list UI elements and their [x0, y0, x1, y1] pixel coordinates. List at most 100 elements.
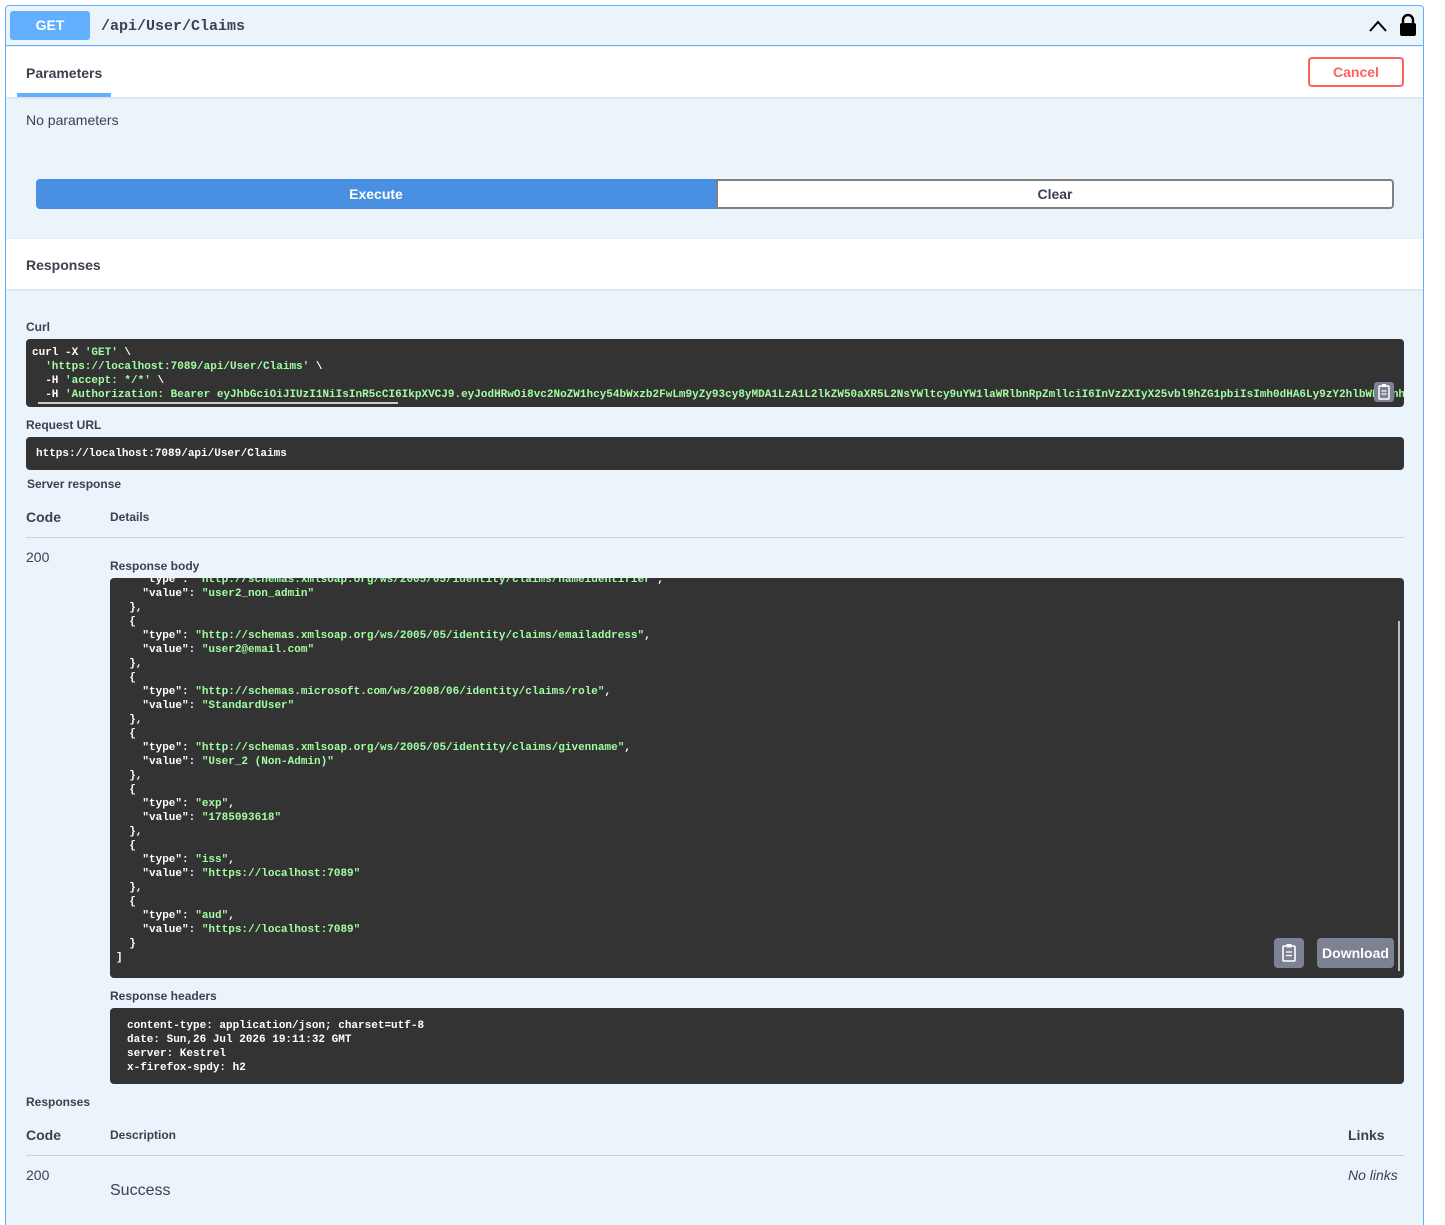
json-key: "type"	[142, 742, 183, 754]
json-colon: :	[188, 756, 202, 768]
response-header-line: date: Sun,26 Jul 2026 19:11:32 GMT	[127, 1034, 352, 1046]
json-colon: :	[188, 924, 202, 936]
request-url-value[interactable]: https://localhost:7089/api/User/Claims	[26, 437, 1404, 470]
json-string: "http://schemas.microsoft.com/ws/2008/06…	[195, 686, 605, 698]
doc-response-description: Success	[110, 1182, 171, 1199]
details-column-header: Details	[110, 510, 150, 524]
curl-token: \	[309, 361, 323, 373]
curl-token: curl -X	[32, 347, 85, 359]
clear-button[interactable]: Clear	[716, 179, 1394, 209]
server-response-label: Server response	[27, 477, 122, 491]
json-line: },	[116, 713, 664, 727]
json-punct: {	[129, 728, 136, 740]
json-colon: :	[188, 812, 202, 824]
json-line: {	[116, 895, 664, 909]
json-line: },	[116, 769, 664, 783]
json-line: "value": "https://localhost:7089"	[116, 923, 664, 937]
lock-icon[interactable]	[1399, 13, 1417, 37]
json-string: "https://localhost:7089"	[201, 868, 361, 880]
json-colon: :	[188, 700, 202, 712]
json-colon: :	[188, 588, 202, 600]
curl-string: 'https://localhost:7089/api/User/Claims'	[45, 361, 310, 373]
curl-scrollbar[interactable]	[38, 402, 398, 404]
responses-header: Responses	[6, 239, 1423, 289]
json-line: "value": "1785093618"	[116, 811, 664, 825]
json-punct: {	[129, 896, 136, 908]
json-line: "value": "StandardUser"	[116, 699, 664, 713]
json-key: "value"	[142, 700, 189, 712]
json-key: "value"	[142, 588, 189, 600]
documented-responses-title: Responses	[26, 1095, 91, 1109]
copy-curl-icon[interactable]	[1374, 382, 1394, 402]
json-line: "type": "aud",	[116, 909, 664, 923]
curl-label: Curl	[26, 320, 50, 334]
json-punct: {	[129, 784, 136, 796]
curl-token: \	[150, 375, 165, 387]
json-colon: :	[182, 798, 196, 810]
json-line: }	[116, 937, 664, 951]
json-line: },	[116, 601, 664, 615]
json-line: ]	[116, 951, 664, 965]
response-body-scrollbar[interactable]	[1398, 621, 1400, 971]
json-line: },	[116, 825, 664, 839]
json-punct: },	[129, 882, 143, 894]
curl-line: 'https://localhost:7089/api/User/Claims'…	[32, 360, 1398, 374]
response-headers-block[interactable]: content-type: application/json; charset=…	[110, 1008, 1404, 1084]
parameters-header: Parameters Cancel	[6, 47, 1423, 97]
json-punct: ,	[228, 910, 235, 922]
clipboard-icon	[1282, 944, 1296, 962]
json-line: "value": "user2_non_admin"	[116, 587, 664, 601]
json-key: "value"	[142, 924, 189, 936]
curl-string: 'accept: */*'	[65, 375, 151, 387]
doc-code-column-header: Code	[26, 1127, 61, 1143]
operation-summary[interactable]: GET /api/User/Claims	[6, 6, 1423, 46]
json-string: "http://schemas.xmlsoap.org/ws/2005/05/i…	[195, 742, 625, 754]
curl-code-block[interactable]: curl -X 'GET' \ 'https://localhost:7089/…	[26, 339, 1404, 407]
json-punct: ]	[116, 952, 123, 964]
responses-title: Responses	[26, 257, 101, 273]
chevron-up-icon[interactable]	[1368, 17, 1388, 35]
response-body-block[interactable]: "type": "http://schemas.xmlsoap.org/ws/2…	[110, 578, 1404, 978]
json-punct: },	[129, 602, 143, 614]
json-line: },	[116, 657, 664, 671]
response-header-line: x-firefox-spdy: h2	[127, 1062, 246, 1074]
curl-string: 'GET'	[84, 347, 118, 359]
json-punct: ,	[644, 630, 651, 642]
json-line: "type": "exp",	[116, 797, 664, 811]
json-punct: {	[129, 840, 136, 852]
json-punct: ,	[624, 742, 631, 754]
copy-response-button[interactable]	[1274, 938, 1304, 968]
json-key: "type"	[142, 798, 183, 810]
json-punct: },	[129, 770, 143, 782]
json-string: "iss"	[195, 854, 229, 866]
json-string: "User_2 (Non-Admin)"	[201, 756, 334, 768]
download-button[interactable]: Download	[1317, 938, 1394, 968]
json-string: "https://localhost:7089"	[201, 924, 361, 936]
cancel-button[interactable]: Cancel	[1308, 57, 1404, 87]
json-string: "user2@email.com"	[201, 644, 315, 656]
json-colon: :	[182, 686, 196, 698]
json-key: "value"	[142, 868, 189, 880]
json-line: {	[116, 783, 664, 797]
tab-parameters[interactable]: Parameters	[17, 47, 112, 97]
json-key: "type"	[142, 686, 183, 698]
json-line: "value": "https://localhost:7089"	[116, 867, 664, 881]
execute-button[interactable]: Execute	[36, 179, 716, 209]
json-line: {	[116, 839, 664, 853]
endpoint-path: /api/User/Claims	[101, 18, 246, 35]
json-string: "aud"	[195, 910, 229, 922]
curl-token: \	[117, 347, 132, 359]
curl-token: -H	[32, 375, 66, 387]
